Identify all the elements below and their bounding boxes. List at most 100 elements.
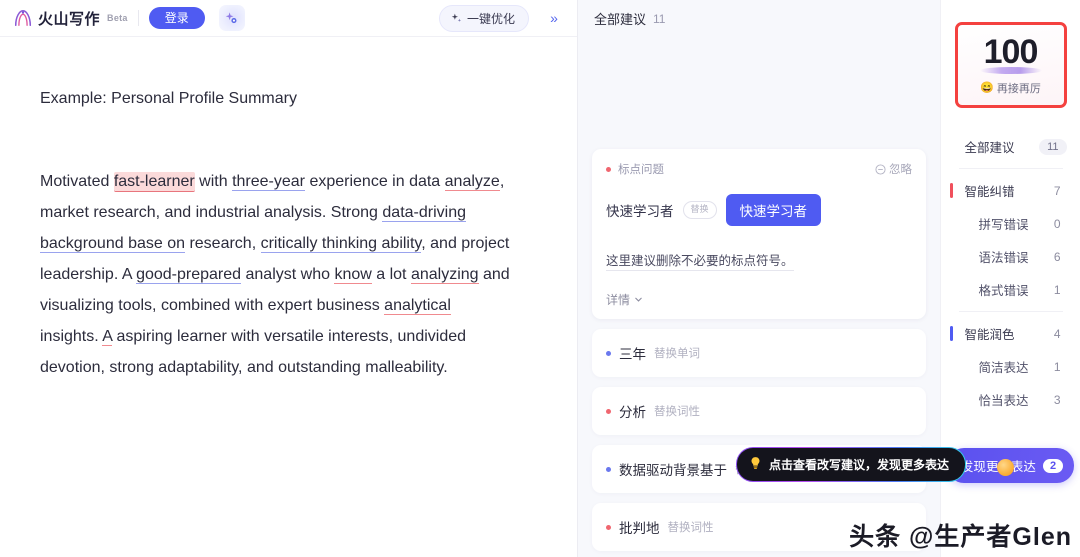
suggestion-card-header: 标点问题 忽略 xyxy=(606,161,912,177)
category-label: 语法错误 xyxy=(978,251,1029,265)
suggestions-header-count: 11 xyxy=(653,11,666,26)
text-run: insights. xyxy=(40,328,103,345)
document-title: Example: Personal Profile Summary xyxy=(40,90,297,107)
text-underline-polish[interactable]: good-prepared xyxy=(136,266,242,284)
suggestion-details-toggle[interactable]: 详情 xyxy=(606,291,912,308)
minus-circle-icon xyxy=(875,163,886,175)
suggestion-description: 这里建议删除不必要的标点符号。 xyxy=(606,250,794,271)
watermark: 头条 @生产者Glen xyxy=(849,523,1072,551)
category-label: 全部建议 xyxy=(964,141,1015,155)
text-run: with xyxy=(194,173,233,190)
suggestion-row-action: 替换单词 xyxy=(654,348,700,360)
category-label: 恰当表达 xyxy=(978,394,1029,408)
suggestion-row-action: 替换词性 xyxy=(654,406,700,418)
text-run: research, xyxy=(185,235,261,252)
suggestion-replacement-row: 快速学习者 替换 快速学习者 xyxy=(606,194,912,226)
volcano-icon xyxy=(14,9,32,27)
category-item-4[interactable]: 格式错误 1 xyxy=(941,273,1080,306)
original-word: 快速学习者 xyxy=(606,204,674,219)
brand-name: 火山写作 xyxy=(38,10,101,28)
category-item-1[interactable]: 智能纠错 7 xyxy=(941,174,1080,207)
beta-tag: Beta xyxy=(107,13,128,23)
category-item-7[interactable]: 恰当表达 3 xyxy=(941,383,1080,416)
login-button[interactable]: 登录 xyxy=(148,7,205,29)
suggestion-row[interactable]: 三年 替换单词 xyxy=(592,329,926,377)
text-underline-polish[interactable]: three-year xyxy=(232,173,305,191)
category-label: 简洁表达 xyxy=(978,361,1029,375)
category-count: 1 xyxy=(1053,359,1061,374)
chevron-double-right-icon: » xyxy=(550,10,558,26)
severity-dot-icon xyxy=(606,350,611,356)
sparkle-icon xyxy=(226,11,237,23)
category-label: 拼写错误 xyxy=(978,218,1029,232)
suggestions-header: 全部建议 11 xyxy=(578,0,940,37)
score-value: 100 xyxy=(983,32,1039,71)
category-count: 4 xyxy=(1053,326,1061,341)
category-list: 全部建议 11 智能纠错 7 拼写错误 0 语法错误 6 格式错误 1 智能润色 4 简洁表达 1 恰当表达… xyxy=(941,130,1080,416)
text-underline-polish[interactable]: critically thinking ability xyxy=(260,235,422,253)
text-underline-error[interactable]: A xyxy=(102,328,113,346)
cursor-highlight-dot xyxy=(997,459,1014,476)
smiley-emoji-icon: 😄 xyxy=(980,82,994,94)
category-divider xyxy=(958,168,1063,169)
text-run: Motivated xyxy=(40,173,114,190)
text-run: analyst who xyxy=(241,266,335,283)
text-run: experience in data xyxy=(305,173,445,190)
category-count: 1 xyxy=(1053,282,1061,297)
top-toolbar: 火山写作 Beta 登录 一键优化 » xyxy=(0,0,577,37)
score-box: 100 😄 再接再厉 xyxy=(954,22,1067,108)
document-paragraph[interactable]: Motivated fast-learner with three-year e… xyxy=(40,166,510,383)
category-label: 智能纠错 xyxy=(964,185,1015,199)
category-item-3[interactable]: 语法错误 6 xyxy=(941,240,1080,273)
app-root: 火山写作 Beta 登录 一键优化 » Example: Personal Pr… xyxy=(0,0,1080,557)
score-caption-row: 😄 再接再厉 xyxy=(980,80,1041,96)
brand-logo[interactable]: 火山写作 Beta xyxy=(12,8,128,29)
category-item-6[interactable]: 简洁表达 1 xyxy=(941,350,1080,383)
category-label: 智能润色 xyxy=(964,328,1015,342)
lightbulb-icon xyxy=(749,456,762,473)
category-count: 7 xyxy=(1053,183,1061,198)
suggestion-card-active[interactable]: 标点问题 忽略 快速学习者 替换 快速学习者 这里建议删除不必要的标点符号。 详… xyxy=(592,149,926,319)
collapse-panel-button[interactable]: » xyxy=(541,5,567,31)
document-editor[interactable]: Example: Personal Profile Summary Motiva… xyxy=(0,37,577,557)
ai-sparkle-button[interactable] xyxy=(218,5,245,31)
one-click-optimize-button[interactable]: 一键优化 xyxy=(438,4,529,32)
severity-dot-icon xyxy=(606,166,611,172)
suggestion-row-word: 分析 xyxy=(619,405,646,420)
category-divider xyxy=(958,311,1063,312)
suggestion-kind-label: 标点问题 xyxy=(618,164,664,176)
score-caption: 再接再厉 xyxy=(996,82,1041,95)
text-underline-error[interactable]: analytical xyxy=(384,297,451,315)
editor-column: 火山写作 Beta 登录 一键优化 » Example: Personal Pr… xyxy=(0,0,578,557)
category-item-2[interactable]: 拼写错误 0 xyxy=(941,207,1080,240)
text-run: a lot xyxy=(371,266,411,283)
suggestion-row-action: 替换词性 xyxy=(667,522,714,534)
text-underline-error[interactable]: analyzing xyxy=(410,266,479,284)
category-count: 6 xyxy=(1053,249,1061,264)
suggestion-row-word: 批判地 xyxy=(619,521,660,536)
text-underline-error[interactable]: analyze xyxy=(444,173,500,191)
text-highlight-error[interactable]: fast-learner xyxy=(113,172,195,192)
discover-badge: 2 xyxy=(1042,458,1064,473)
text-underline-error[interactable]: know xyxy=(334,266,372,284)
suggestion-row-word: 三年 xyxy=(619,347,646,362)
chevron-down-icon xyxy=(635,297,642,302)
category-count: 3 xyxy=(1053,392,1061,407)
toolbar-divider xyxy=(137,10,139,26)
severity-dot-icon xyxy=(606,408,611,414)
category-label: 格式错误 xyxy=(978,284,1029,298)
category-count: 11 xyxy=(1039,138,1067,155)
severity-dot-icon xyxy=(606,466,611,472)
optimize-label: 一键优化 xyxy=(466,11,515,26)
ignore-suggestion-button[interactable]: 忽略 xyxy=(875,161,912,177)
rewrite-hint-tooltip: 点击查看改写建议，发现更多表达 xyxy=(736,447,966,482)
suggestions-header-label: 全部建议 xyxy=(594,12,647,27)
category-item-0[interactable]: 全部建议 11 xyxy=(941,130,1080,163)
replace-arrow-chip: 替换 xyxy=(682,201,717,219)
suggestion-row-word: 数据驱动背景基于 xyxy=(619,463,727,478)
severity-dot-icon xyxy=(606,524,611,530)
suggestion-row[interactable]: 分析 替换词性 xyxy=(592,387,926,435)
apply-replacement-button[interactable]: 快速学习者 xyxy=(725,194,822,226)
sparkle-icon xyxy=(451,13,462,22)
category-item-5[interactable]: 智能润色 4 xyxy=(941,317,1080,350)
